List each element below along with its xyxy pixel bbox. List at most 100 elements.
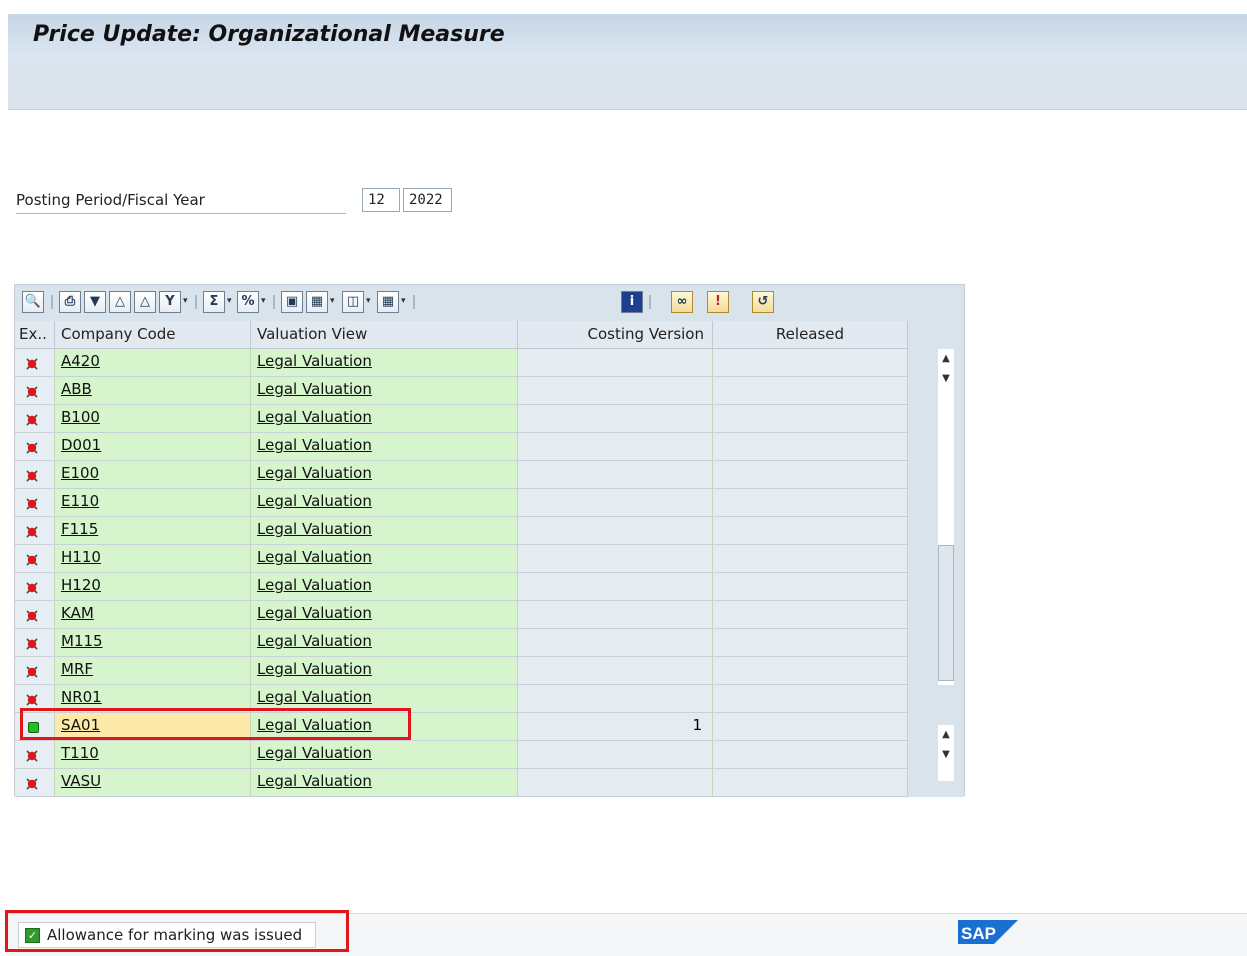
company-code-link[interactable]: E110 bbox=[61, 492, 99, 510]
company-code-cell[interactable]: M115 bbox=[55, 629, 251, 657]
subtotal-icon[interactable]: % bbox=[237, 291, 259, 313]
company-code-cell[interactable]: E110 bbox=[55, 489, 251, 517]
valuation-view-link[interactable]: Legal Valuation bbox=[257, 380, 372, 398]
company-code-link[interactable]: B100 bbox=[61, 408, 100, 426]
table-row[interactable]: E110 Legal Valuation bbox=[15, 489, 908, 517]
company-code-cell[interactable]: MRF bbox=[55, 657, 251, 685]
col-header-ex[interactable]: Ex.. bbox=[15, 321, 55, 349]
company-code-link[interactable]: H110 bbox=[61, 548, 101, 566]
valuation-view-cell[interactable]: Legal Valuation bbox=[251, 657, 518, 685]
layout-dropdown-icon[interactable]: ▾ bbox=[401, 296, 409, 312]
valuation-view-cell[interactable]: Legal Valuation bbox=[251, 377, 518, 405]
valuation-view-cell[interactable]: Legal Valuation bbox=[251, 769, 518, 797]
valuation-view-cell[interactable]: Legal Valuation bbox=[251, 461, 518, 489]
company-code-cell[interactable]: ABB bbox=[55, 377, 251, 405]
col-header-costing-version[interactable]: Costing Version bbox=[518, 321, 713, 349]
valuation-view-cell[interactable]: Legal Valuation bbox=[251, 629, 518, 657]
valuation-view-cell[interactable]: Legal Valuation bbox=[251, 545, 518, 573]
table-row[interactable]: MRF Legal Valuation bbox=[15, 657, 908, 685]
table-row[interactable]: D001 Legal Valuation bbox=[15, 433, 908, 461]
find-icon[interactable]: △ bbox=[109, 291, 131, 313]
find-next-icon[interactable]: △ bbox=[134, 291, 156, 313]
valuation-view-link[interactable]: Legal Valuation bbox=[257, 464, 372, 482]
table-row[interactable]: T110 Legal Valuation bbox=[15, 741, 908, 769]
valuation-view-cell[interactable]: Legal Valuation bbox=[251, 517, 518, 545]
table-row[interactable]: ABB Legal Valuation bbox=[15, 377, 908, 405]
company-code-link[interactable]: KAM bbox=[61, 604, 94, 622]
company-code-link[interactable]: M115 bbox=[61, 632, 103, 650]
table-row[interactable]: F115 Legal Valuation bbox=[15, 517, 908, 545]
valuation-view-link[interactable]: Legal Valuation bbox=[257, 352, 372, 370]
valuation-view-cell[interactable]: Legal Valuation bbox=[251, 405, 518, 433]
company-code-cell[interactable]: H110 bbox=[55, 545, 251, 573]
table-row[interactable]: M115 Legal Valuation bbox=[15, 629, 908, 657]
company-code-cell[interactable]: H120 bbox=[55, 573, 251, 601]
valuation-view-link[interactable]: Legal Valuation bbox=[257, 576, 372, 594]
refresh-icon[interactable]: ↺ bbox=[752, 291, 774, 313]
sum-icon[interactable]: Σ bbox=[203, 291, 225, 313]
lower-scrollbar[interactable]: ▲ ▼ bbox=[938, 725, 954, 781]
export-icon[interactable]: ▦ bbox=[306, 291, 328, 313]
sort-icon[interactable]: ▼ bbox=[84, 291, 106, 313]
company-code-cell[interactable]: VASU bbox=[55, 769, 251, 797]
scroll-up-icon[interactable]: ▲ bbox=[938, 349, 954, 369]
valuation-view-cell[interactable]: Legal Valuation bbox=[251, 433, 518, 461]
spreadsheet-dropdown-icon[interactable]: ▾ bbox=[366, 296, 374, 312]
filter-dropdown-icon[interactable]: ▾ bbox=[183, 296, 191, 312]
company-code-link[interactable]: F115 bbox=[61, 520, 98, 538]
col-header-valuation-view[interactable]: Valuation View bbox=[251, 321, 518, 349]
company-code-cell[interactable]: B100 bbox=[55, 405, 251, 433]
col-header-released[interactable]: Released bbox=[713, 321, 908, 349]
scroll-down-icon[interactable]: ▼ bbox=[938, 369, 954, 389]
company-code-link[interactable]: D001 bbox=[61, 436, 101, 454]
abc-analysis-icon[interactable]: ! bbox=[707, 291, 729, 313]
company-code-link[interactable]: A420 bbox=[61, 352, 100, 370]
valuation-view-cell[interactable]: Legal Valuation bbox=[251, 349, 518, 377]
print-icon[interactable]: ⎙ bbox=[59, 291, 81, 313]
valuation-view-link[interactable]: Legal Valuation bbox=[257, 660, 372, 678]
company-code-cell[interactable]: D001 bbox=[55, 433, 251, 461]
sum-dropdown-icon[interactable]: ▾ bbox=[227, 296, 235, 312]
layout-icon[interactable]: ▦ bbox=[377, 291, 399, 313]
col-header-company-code[interactable]: Company Code bbox=[55, 321, 251, 349]
valuation-view-cell[interactable]: Legal Valuation bbox=[251, 741, 518, 769]
valuation-view-link[interactable]: Legal Valuation bbox=[257, 492, 372, 510]
valuation-view-link[interactable]: Legal Valuation bbox=[257, 772, 372, 790]
company-code-link[interactable]: E100 bbox=[61, 464, 99, 482]
valuation-view-cell[interactable]: Legal Valuation bbox=[251, 573, 518, 601]
company-code-link[interactable]: VASU bbox=[61, 772, 101, 790]
company-code-link[interactable]: MRF bbox=[61, 660, 93, 678]
table-row[interactable]: H110 Legal Valuation bbox=[15, 545, 908, 573]
fiscal-year-input[interactable]: 2022 bbox=[403, 188, 452, 212]
valuation-view-cell[interactable]: Legal Valuation bbox=[251, 489, 518, 517]
company-code-cell[interactable]: F115 bbox=[55, 517, 251, 545]
valuation-view-link[interactable]: Legal Valuation bbox=[257, 408, 372, 426]
valuation-view-link[interactable]: Legal Valuation bbox=[257, 436, 372, 454]
valuation-view-cell[interactable]: Legal Valuation bbox=[251, 601, 518, 629]
subtotal-dropdown-icon[interactable]: ▾ bbox=[261, 296, 269, 312]
valuation-view-link[interactable]: Legal Valuation bbox=[257, 688, 372, 706]
details-icon[interactable]: 🔍 bbox=[22, 291, 44, 313]
filter-icon[interactable]: Y bbox=[159, 291, 181, 313]
table-row[interactable]: H120 Legal Valuation bbox=[15, 573, 908, 601]
company-code-cell[interactable]: KAM bbox=[55, 601, 251, 629]
company-code-link[interactable]: T110 bbox=[61, 744, 99, 762]
table-row[interactable]: E100 Legal Valuation bbox=[15, 461, 908, 489]
posting-period-input[interactable]: 12 bbox=[362, 188, 400, 212]
company-code-cell[interactable]: A420 bbox=[55, 349, 251, 377]
valuation-view-link[interactable]: Legal Valuation bbox=[257, 744, 372, 762]
company-code-link[interactable]: H120 bbox=[61, 576, 101, 594]
graphic-icon[interactable]: ∞ bbox=[671, 291, 693, 313]
export-dropdown-icon[interactable]: ▾ bbox=[330, 296, 338, 312]
scroll-down-icon[interactable]: ▼ bbox=[938, 745, 954, 765]
company-code-link[interactable]: NR01 bbox=[61, 688, 102, 706]
company-code-cell[interactable]: T110 bbox=[55, 741, 251, 769]
table-row[interactable]: VASU Legal Valuation bbox=[15, 769, 908, 797]
table-row[interactable]: A420 Legal Valuation bbox=[15, 349, 908, 377]
table-row[interactable]: KAM Legal Valuation bbox=[15, 601, 908, 629]
company-code-link[interactable]: ABB bbox=[61, 380, 92, 398]
valuation-view-link[interactable]: Legal Valuation bbox=[257, 520, 372, 538]
table-row[interactable]: B100 Legal Valuation bbox=[15, 405, 908, 433]
print-preview-icon[interactable]: ▣ bbox=[281, 291, 303, 313]
spreadsheet-icon[interactable]: ◫ bbox=[342, 291, 364, 313]
